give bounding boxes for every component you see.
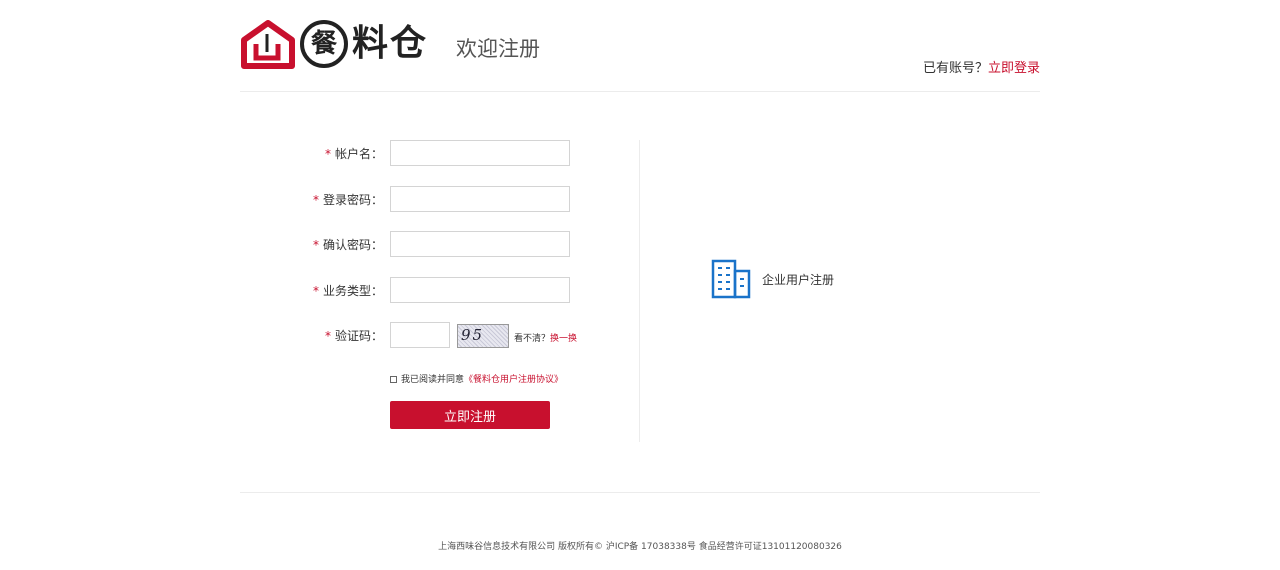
footer-divider bbox=[240, 492, 1040, 493]
field-row-account: * 帐户名： bbox=[240, 140, 640, 166]
required-mark: * bbox=[312, 238, 319, 252]
captcha-refresh: 看不清？换一换 bbox=[514, 334, 578, 344]
business-type-label: * 业务类型： bbox=[312, 284, 383, 298]
field-row-business-type: * 业务类型： bbox=[240, 277, 640, 303]
page-header: 餐 料仓 欢迎注册 已有账号？立即登录 bbox=[240, 0, 1040, 92]
captcha-text: 95 29 bbox=[461, 326, 485, 347]
field-row-confirm-password: * 确认密码： bbox=[240, 231, 640, 257]
login-prompt: 已有账号？立即登录 bbox=[923, 57, 1040, 76]
confirm-password-input[interactable] bbox=[390, 231, 570, 257]
agreement-link[interactable]: 《餐料仓用户注册协议》 bbox=[464, 375, 563, 385]
building-icon bbox=[711, 259, 751, 299]
agreement-text: 我已阅读并同意 bbox=[401, 375, 465, 385]
business-type-input[interactable] bbox=[390, 277, 570, 303]
required-mark: * bbox=[324, 147, 331, 161]
captcha-image[interactable]: 95 29 bbox=[457, 324, 509, 348]
confirm-password-label: * 确认密码： bbox=[312, 238, 383, 252]
agreement-row: 我已阅读并同意《餐料仓用户注册协议》 bbox=[390, 372, 563, 385]
field-row-captcha: *验证码： 95 29 看不清？换一换 bbox=[240, 322, 640, 348]
captcha-refresh-link[interactable]: 换一换 bbox=[550, 334, 577, 344]
required-mark: * bbox=[324, 329, 331, 343]
account-label: * 帐户名： bbox=[324, 147, 383, 161]
register-button[interactable]: 立即注册 bbox=[390, 401, 550, 429]
field-row-password: * 登录密码： bbox=[240, 186, 640, 212]
logo-circle-mark: 餐 bbox=[300, 20, 348, 68]
password-label: * 登录密码： bbox=[312, 193, 383, 207]
enterprise-register-link[interactable]: 企业用户注册 bbox=[710, 258, 870, 300]
password-input[interactable] bbox=[390, 186, 570, 212]
login-link[interactable]: 立即登录 bbox=[988, 61, 1040, 76]
logo-wordmark: 料仓 bbox=[352, 23, 429, 64]
required-mark: * bbox=[312, 193, 319, 207]
house-logo-icon bbox=[241, 20, 295, 69]
account-input[interactable] bbox=[390, 140, 570, 166]
captcha-label: * 验证码： bbox=[324, 329, 383, 343]
footer-copyright: 上海西味谷信息技术有限公司 版权所有© 沪ICP备 17038338号 食品经营… bbox=[438, 542, 842, 552]
required-mark: * bbox=[312, 284, 319, 298]
enterprise-register-label: 企业用户注册 bbox=[762, 273, 835, 287]
site-logo[interactable]: 餐 料仓 bbox=[240, 18, 432, 70]
agreement-checkbox[interactable] bbox=[390, 376, 397, 383]
captcha-input[interactable] bbox=[390, 322, 450, 348]
register-form: *帐户名： *登录密码： *确认密码： *业务类型： *验证码： 95 29 看… bbox=[240, 140, 640, 442]
have-account-text: 已有账号？ bbox=[922, 61, 988, 76]
page-title: 欢迎注册 bbox=[456, 37, 540, 61]
